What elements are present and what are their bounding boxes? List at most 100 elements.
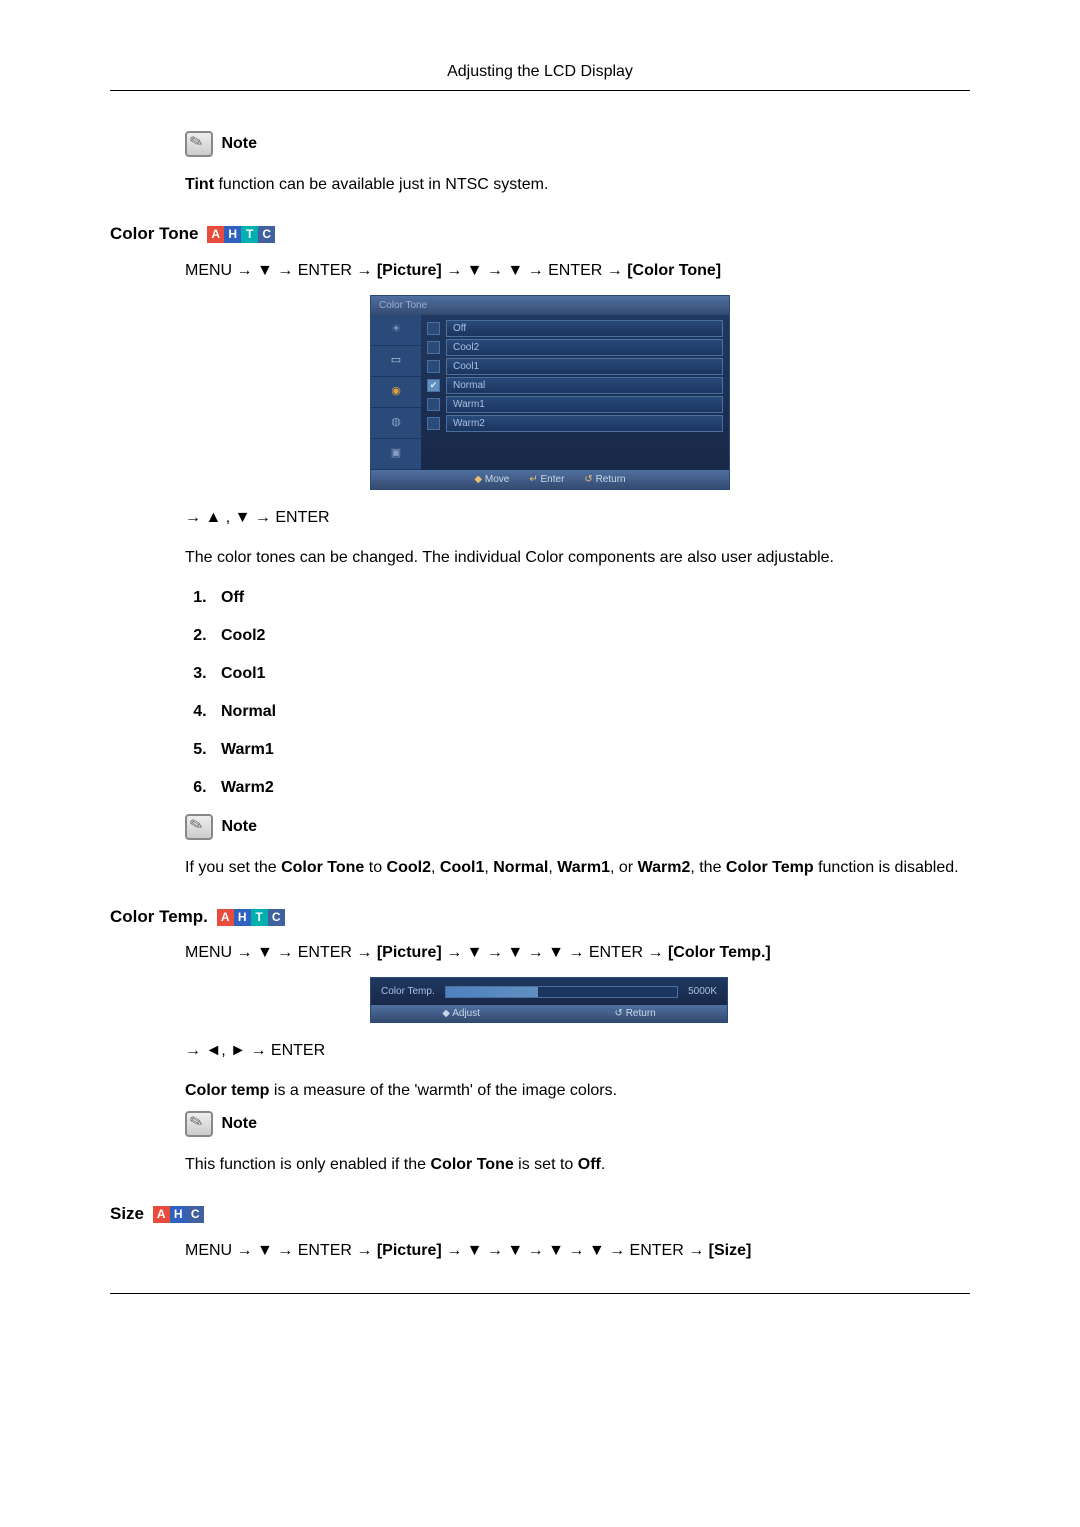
t: is a measure of the 'warmth' of the imag… [269,1082,617,1099]
t: Color temp [185,1082,269,1099]
t: Warm2 [638,859,691,876]
badge-c: C [187,1206,204,1223]
page-header: Adjusting the LCD Display [110,60,970,91]
t: Color Temp [726,859,814,876]
t: , or [610,859,638,876]
section-title-color-temp: Color Temp. A H T C [110,904,970,930]
move-label: Move [485,474,509,485]
osd-option: Warm1 [446,396,723,413]
slider-track[interactable] [445,986,678,998]
osd-option: Normal [446,377,723,394]
badge-a: A [217,909,234,926]
osd-row[interactable]: Cool1 [427,358,723,375]
t: is set to [514,1156,578,1173]
list-item: Warm2 [211,776,970,800]
tint-bold: Tint [185,176,214,193]
enter-icon: ↵ [529,474,537,485]
note-icon [185,1111,213,1137]
path-pre: MENU → ▼ → ENTER → [185,944,377,961]
t: to [364,859,386,876]
mode-badges: A H C [153,1206,204,1223]
path-pre: MENU → ▼ → ENTER → [185,262,377,279]
badge-t: T [251,909,268,926]
osd-option: Cool2 [446,339,723,356]
path-mid: → ▼ → ▼ → ENTER → [446,262,627,279]
t: . [601,1156,605,1173]
note-label: Note [221,135,257,152]
t: Cool2 [387,859,431,876]
badge-a: A [153,1206,170,1223]
return-icon: ↺ [584,474,592,485]
osd-check [427,398,440,411]
note-row: Note [185,1111,970,1137]
osd-main: Off Cool2 Cool1 Normal Warm1 Warm2 [421,315,729,470]
path-mid: → ▼ → ▼ → ▼ → ▼ → ENTER → [446,1242,708,1259]
osd-body: ☀ ▭ ◉ ◍ ▣ Off Cool2 Cool1 Normal Warm1 W… [371,315,729,470]
adjust-icon: ◆ [442,1008,450,1019]
osd-check [427,417,440,430]
osd-option: Cool1 [446,358,723,375]
osd-color-tone: Color Tone ☀ ▭ ◉ ◍ ▣ Off Cool2 Cool1 Nor… [370,295,730,490]
osd-row[interactable]: Normal [427,377,723,394]
osd-row[interactable]: Warm1 [427,396,723,413]
t: This function is only enabled if the [185,1156,430,1173]
list-item: Warm1 [211,738,970,762]
badge-c: C [258,226,275,243]
path-final: [Color Temp.] [668,944,771,961]
badge-h: H [224,226,241,243]
adjust-label: Adjust [452,1008,480,1019]
slider-value: 5000K [688,984,717,999]
t: Cool1 [440,859,484,876]
osd-check [427,341,440,354]
t: Warm1 [557,859,610,876]
nav-path-size: MENU → ▼ → ENTER → [Picture] → ▼ → ▼ → ▼… [185,1239,970,1263]
color-tone-title: Color Tone [110,224,198,243]
badge-h: H [234,909,251,926]
path-pre: MENU → ▼ → ENTER → [185,1242,377,1259]
list-item: Off [211,586,970,610]
tint-rest: function can be available just in NTSC s… [214,176,548,193]
color-tone-desc: The color tones can be changed. The indi… [185,546,970,570]
osd-side-icon: ▭ [371,346,421,377]
t: Color Tone [281,859,364,876]
note-icon [185,131,213,157]
badge-h: H [170,1206,187,1223]
osd-side-icon: ◍ [371,408,421,439]
t: function is disabled. [814,859,959,876]
osd-check-selected [427,379,440,392]
osd-color-temp: Color Temp. 5000K ◆ Adjust ↺ Return [370,977,728,1023]
path-picture: [Picture] [377,262,442,279]
badge-a: A [207,226,224,243]
return-label: Return [626,1008,656,1019]
t: Color Tone [430,1156,513,1173]
enter-label: Enter [541,474,565,485]
osd-slider-row[interactable]: Color Temp. 5000K [371,978,727,1005]
badge-t: T [241,226,258,243]
nav-path-color-temp: MENU → ▼ → ENTER → [Picture] → ▼ → ▼ → ▼… [185,941,970,965]
osd-side-icon: ▣ [371,439,421,470]
t: Off [578,1156,601,1173]
list-item: Cool2 [211,624,970,648]
path-picture: [Picture] [377,1242,442,1259]
osd-side-icon: ☀ [371,315,421,346]
note-row: Note [185,814,970,840]
t: , the [690,859,726,876]
osd-row[interactable]: Cool2 [427,339,723,356]
color-temp-title: Color Temp. [110,907,208,926]
color-temp-desc: Color temp is a measure of the 'warmth' … [185,1079,970,1103]
path-picture: [Picture] [377,944,442,961]
osd-side: ☀ ▭ ◉ ◍ ▣ [371,315,421,470]
t: Normal [493,859,548,876]
t: If you set the [185,859,281,876]
mode-badges: A H T C [217,909,285,926]
tint-note: Tint function can be available just in N… [185,173,970,197]
slider-label: Color Temp. [381,984,435,999]
osd-row[interactable]: Warm2 [427,415,723,432]
list-item: Normal [211,700,970,724]
t: , [548,859,557,876]
note-row: Note [185,131,970,157]
osd-check [427,360,440,373]
osd-check [427,322,440,335]
path-final: [Size] [709,1242,752,1259]
osd-row[interactable]: Off [427,320,723,337]
